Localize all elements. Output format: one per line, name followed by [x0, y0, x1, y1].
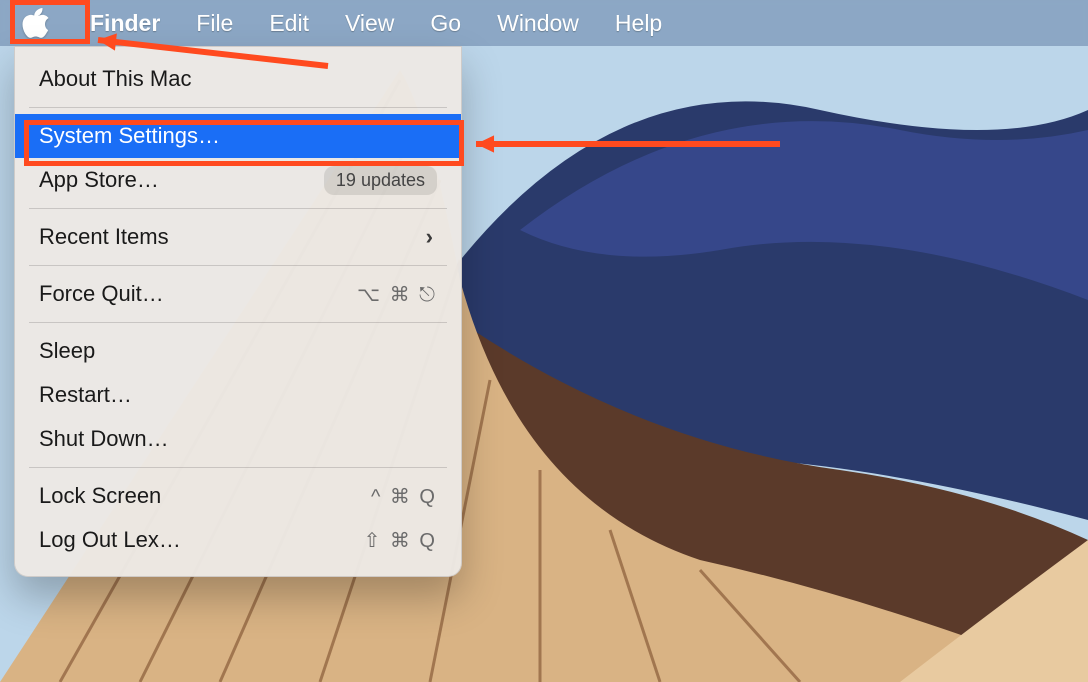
- active-app-name[interactable]: Finder: [72, 10, 178, 37]
- apple-menu-dropdown: About This Mac System Settings… App Stor…: [14, 46, 462, 577]
- menu-log-out[interactable]: Log Out Lex… ⇧ ⌘ Q: [15, 518, 461, 562]
- menu-label: Sleep: [39, 338, 437, 364]
- menu-go[interactable]: Go: [412, 10, 479, 37]
- menu-label: Shut Down…: [39, 426, 437, 452]
- apple-menu-button[interactable]: [0, 0, 72, 46]
- menu-separator: [29, 322, 447, 323]
- menu-shut-down[interactable]: Shut Down…: [15, 417, 461, 461]
- menu-label: Restart…: [39, 382, 437, 408]
- menu-separator: [29, 265, 447, 266]
- apple-logo-icon: [22, 8, 50, 38]
- menu-label: Recent Items: [39, 224, 426, 250]
- menu-label: About This Mac: [39, 66, 437, 92]
- menu-lock-screen[interactable]: Lock Screen ^ ⌘ Q: [15, 474, 461, 518]
- menu-app-store[interactable]: App Store… 19 updates: [15, 158, 461, 202]
- menu-help[interactable]: Help: [597, 10, 680, 37]
- updates-badge: 19 updates: [324, 166, 437, 195]
- menu-bar: Finder File Edit View Go Window Help: [0, 0, 1088, 46]
- chevron-right-icon: ›: [426, 224, 433, 250]
- menu-label: Lock Screen: [39, 483, 371, 509]
- menu-label: Log Out Lex…: [39, 527, 364, 553]
- menu-about-this-mac[interactable]: About This Mac: [15, 57, 461, 101]
- menu-force-quit[interactable]: Force Quit… ⌥ ⌘ ⎋: [15, 272, 461, 316]
- menu-separator: [29, 208, 447, 209]
- menu-recent-items[interactable]: Recent Items ›: [15, 215, 461, 259]
- menu-file[interactable]: File: [178, 10, 251, 37]
- menu-separator: [29, 107, 447, 108]
- keyboard-shortcut: ⇧ ⌘ Q: [364, 528, 437, 553]
- menu-label: App Store…: [39, 167, 324, 193]
- keyboard-shortcut: ⌥ ⌘ ⎋: [357, 282, 437, 307]
- menu-view[interactable]: View: [327, 10, 412, 37]
- menu-label: Force Quit…: [39, 281, 357, 307]
- menu-system-settings[interactable]: System Settings…: [15, 114, 461, 158]
- menu-window[interactable]: Window: [479, 10, 597, 37]
- menu-edit[interactable]: Edit: [251, 10, 327, 37]
- keyboard-shortcut: ^ ⌘ Q: [371, 484, 437, 509]
- menu-separator: [29, 467, 447, 468]
- menu-sleep[interactable]: Sleep: [15, 329, 461, 373]
- menu-label: System Settings…: [39, 123, 437, 149]
- menu-restart[interactable]: Restart…: [15, 373, 461, 417]
